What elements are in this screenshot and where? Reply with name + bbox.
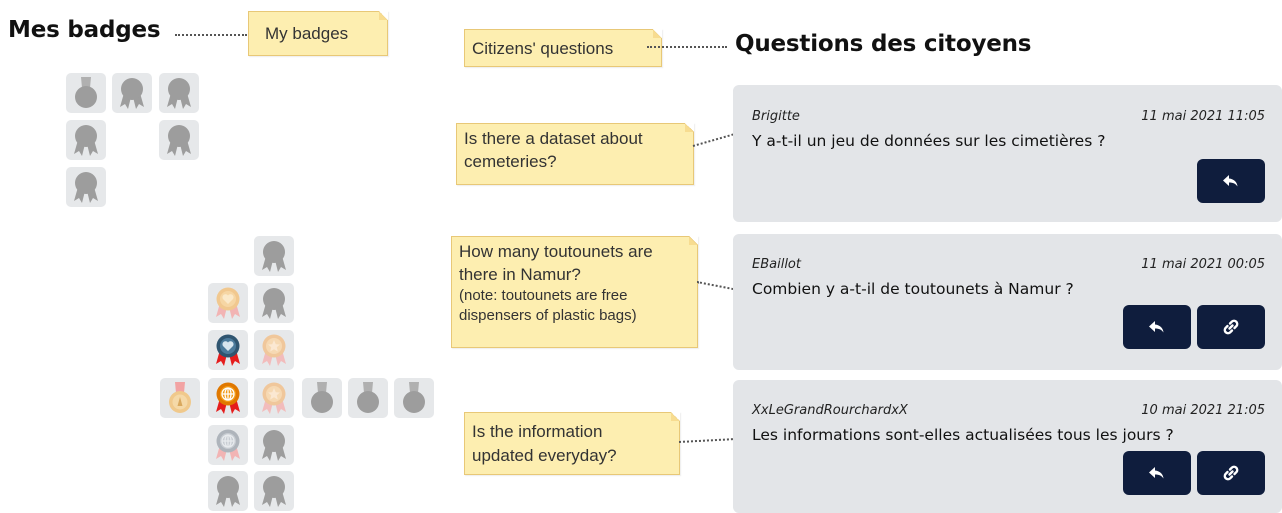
- question-author: Brigitte: [752, 109, 800, 124]
- questions-heading: Questions des citoyens: [735, 31, 1032, 57]
- annotation-connector: [175, 34, 247, 36]
- question-author: XxLeGrandRourchardxX: [752, 403, 908, 418]
- link-icon: [1223, 319, 1239, 335]
- badge[interactable]: [159, 73, 199, 113]
- locked-ribbon-badge-icon: [262, 430, 286, 461]
- globe-badge-icon: [216, 429, 240, 461]
- locked-ribbon-badge-icon: [216, 476, 240, 507]
- badge[interactable]: [394, 378, 434, 418]
- reply-button[interactable]: [1123, 305, 1191, 349]
- question-date: 11 mai 2021 11:05: [1141, 109, 1265, 124]
- badge[interactable]: [159, 120, 199, 160]
- badges-heading: Mes badges: [8, 17, 161, 43]
- link-icon: [1223, 465, 1239, 481]
- badge[interactable]: [112, 73, 152, 113]
- reply-button[interactable]: [1123, 451, 1191, 495]
- question-card: EBaillot 11 mai 2021 00:05 Combien y a-t…: [733, 234, 1282, 370]
- locked-ribbon-badge-icon: [120, 78, 144, 109]
- question-card: Brigitte 11 mai 2021 11:05 Y a-t-il un j…: [733, 85, 1282, 222]
- locked-ribbon-badge-icon: [262, 241, 286, 272]
- locked-medal-badge-icon: [357, 382, 379, 413]
- locked-medal-badge-icon: [403, 382, 425, 413]
- question-card: XxLeGrandRourchardxX 10 mai 2021 21:05 L…: [733, 380, 1282, 513]
- star-badge-icon: [262, 382, 286, 414]
- badge[interactable]: [66, 73, 106, 113]
- star-badge-icon: [262, 334, 286, 366]
- badge[interactable]: [254, 283, 294, 323]
- badge[interactable]: [66, 167, 106, 207]
- locked-medal-badge-icon: [311, 382, 333, 413]
- question-text: Les informations sont-elles actualisées …: [752, 426, 1174, 444]
- badge[interactable]: [348, 378, 388, 418]
- annotation-question-3: Is the information updated everyday?: [464, 412, 680, 475]
- gold-medal-icon: [169, 382, 191, 413]
- heart-badge-icon: [216, 287, 240, 319]
- reply-button[interactable]: [1197, 159, 1265, 203]
- annotation-connector: [647, 46, 727, 48]
- badge[interactable]: [160, 378, 200, 418]
- badge[interactable]: [208, 471, 248, 511]
- globe-badge-icon: [216, 382, 240, 414]
- badge[interactable]: [66, 120, 106, 160]
- copy-link-button[interactable]: [1197, 451, 1265, 495]
- question-text: Combien y a-t-il de toutounets à Namur ?: [752, 280, 1074, 298]
- annotation-my-badges: My badges: [248, 11, 388, 56]
- badge[interactable]: [254, 236, 294, 276]
- badge[interactable]: [208, 283, 248, 323]
- badge[interactable]: [254, 378, 294, 418]
- badge[interactable]: [254, 471, 294, 511]
- locked-ribbon-badge-icon: [74, 172, 98, 203]
- question-date: 10 mai 2021 21:05: [1141, 403, 1265, 418]
- question-text: Y a-t-il un jeu de données sur les cimet…: [752, 132, 1106, 150]
- badge[interactable]: [208, 378, 248, 418]
- badge[interactable]: [208, 330, 248, 370]
- locked-medal-badge-icon: [75, 77, 97, 108]
- badge[interactable]: [254, 330, 294, 370]
- badge[interactable]: [302, 378, 342, 418]
- locked-ribbon-badge-icon: [262, 288, 286, 319]
- reply-icon: [1223, 175, 1238, 187]
- annotation-question-2: How many toutounets are there in Namur? …: [451, 236, 698, 348]
- badge[interactable]: [208, 425, 248, 465]
- question-author: EBaillot: [752, 257, 801, 272]
- heart-badge-icon: [216, 334, 240, 366]
- badge[interactable]: [254, 425, 294, 465]
- locked-ribbon-badge-icon: [167, 125, 191, 156]
- annotation-question-1: Is there a dataset about cemeteries?: [456, 123, 694, 185]
- reply-icon: [1149, 467, 1164, 479]
- question-date: 11 mai 2021 00:05: [1141, 257, 1265, 272]
- locked-ribbon-badge-icon: [74, 125, 98, 156]
- reply-icon: [1149, 321, 1164, 333]
- copy-link-button[interactable]: [1197, 305, 1265, 349]
- annotation-citizens-questions: Citizens' questions: [464, 29, 662, 67]
- locked-ribbon-badge-icon: [167, 78, 191, 109]
- locked-ribbon-badge-icon: [262, 476, 286, 507]
